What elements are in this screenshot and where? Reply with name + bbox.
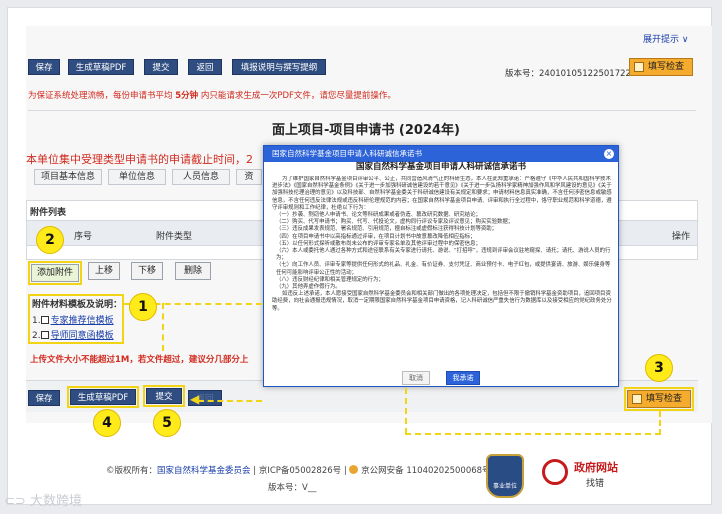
find-error-label: 找错 [586, 479, 605, 489]
clause-7: （七）向工作人员、评审专家等提供任何形式的礼品、礼金、有价证券、支付凭证、商业预… [276, 262, 611, 276]
dialog-closing: 如违反上述承诺，本人愿接受国家自然科学基金委员会和相关部门做出的各项处理决定，包… [272, 291, 612, 312]
clause-3: （三）违反成果发表规范、署名规范、引用规范，擅自标注或虚假标注获得科技计划等资助… [276, 226, 498, 233]
police-badge-icon [349, 465, 359, 474]
footer-version: 版本号：V__ [268, 483, 317, 493]
fill-check-label-top: 填写检查 [648, 62, 685, 72]
annotation-1: 1 [129, 293, 157, 321]
deadline-notice: 本单位集中受理类型申请书的申请截止时间，2 [26, 153, 253, 166]
col-type-header: 附件类型 [156, 232, 193, 242]
watermark-text: 大数跨境 [29, 494, 82, 509]
col-action-header: 操作 [672, 232, 691, 242]
move-up-button[interactable]: 上移 [88, 262, 120, 280]
col-index-header: 序号 [74, 232, 93, 242]
gov-site-badge[interactable]: 政府网站 找错 [540, 457, 648, 493]
clause-6: （六）本人或委托他人通过各种方式和途径联系有关专家进行请托、游说、“打招呼”，违… [276, 248, 611, 262]
integrity-commitment-dialog: 国家自然科学基金项目申请人科研诚信承诺书 × 国家自然科学基金项目申请人科研诚信… [263, 145, 619, 387]
highlight-submit [143, 385, 185, 407]
check-icon [634, 62, 644, 72]
dialog-cancel-button[interactable]: 取消 [402, 371, 430, 385]
footer-line-1: ©版权所有：国家自然科学基金委员会 | 京ICP备05002826号 | 京公网… [106, 465, 491, 476]
pdf-notice: 为保证系统处理流畅，每份申请书平均 5分钟 内只能请求生成一次PDF文件，请您尽… [28, 91, 396, 101]
connector-v-far-right [659, 411, 661, 435]
footer-copyright: ©版权所有： [106, 466, 158, 476]
arrow-left-icon: ◀ [190, 392, 200, 406]
guide-button[interactable]: 填报说明与撰写提纲 [232, 59, 326, 75]
dialog-confirm-button[interactable]: 我承诺 [446, 371, 480, 385]
annotation-2: 2 [36, 226, 64, 254]
institution-badge[interactable]: 事业单位 [486, 454, 524, 498]
footer-police: 京公网安备 11040202500068号 [361, 466, 491, 476]
tab-project-info[interactable]: 项目基本信息 [34, 169, 102, 185]
dialog-title: 国家自然科学基金项目申请人科研诚信承诺书 [355, 162, 526, 172]
fill-check-button-top[interactable]: 填写检查 [629, 58, 693, 76]
back-button-top[interactable]: 返回 [188, 59, 222, 75]
tab-unit-info[interactable]: 单位信息 [108, 169, 166, 185]
tab-personnel-info[interactable]: 人员信息 [172, 169, 230, 185]
watermark: ⊂⊃ 大数跨境 [4, 490, 82, 509]
dialog-intro: 为了维护国家自然科学基金项目评审公平、公正，共同营造风清气正的科研生态，本人在此… [272, 176, 612, 211]
highlight-add-attachment [28, 261, 82, 285]
submit-button-top[interactable]: 提交 [144, 59, 178, 75]
delete-button[interactable]: 删除 [175, 262, 211, 280]
dialog-body: 为了维护国家自然科学基金项目评审公平、公正，共同营造风清气正的科研生态，本人在此… [272, 176, 612, 366]
annotation-4: 4 [93, 409, 121, 437]
footer-org-link[interactable]: 国家自然科学基金委员会 [157, 466, 251, 476]
clause-4: （四）在项目申请书中以高指标通过评审，在项目计划书中故意篡改降低相应指标； [276, 233, 476, 240]
highlight-fill-check [624, 387, 694, 411]
version-number: 版本号：24010105122501722 [505, 69, 631, 79]
divider-top [28, 110, 696, 111]
expand-hint-label: 展开提示 [643, 35, 680, 45]
save-button-top[interactable]: 保存 [28, 59, 60, 75]
clause-5: （五）以任何形式探听或散布尚未公布的评审专家名单及其他评审过程中的保密信息； [276, 240, 481, 247]
connector-v-left [162, 303, 164, 351]
highlight-templates [28, 294, 124, 344]
highlight-generate-pdf [67, 386, 139, 408]
attachment-section-title: 附件列表 [30, 208, 67, 218]
gov-site-icon [542, 459, 568, 485]
file-size-warning: 上传文件大小不能超过1M，若文件超过，建议分几部分上 [30, 355, 249, 365]
expand-hint-link[interactable]: 展开提示 ∨ [643, 32, 688, 45]
connector-v-right [405, 388, 407, 434]
page-title: 面上项目-项目申请书 (2024年) [272, 123, 460, 138]
tab-budget[interactable]: 资 [236, 169, 262, 185]
close-icon[interactable]: × [604, 149, 614, 159]
annotation-5: 5 [153, 409, 181, 437]
clause-8: （八）违反财经纪律和相关管理规定的行为； [276, 276, 384, 283]
watermark-logo-icon: ⊂⊃ [4, 494, 26, 509]
connector-h-right [405, 433, 661, 435]
move-down-button[interactable]: 下移 [131, 262, 163, 280]
chevron-down-icon: ∨ [681, 35, 689, 45]
gov-site-label: 政府网站 [574, 461, 618, 474]
badge-label: 事业单位 [492, 483, 517, 490]
footer-icp: 京ICP备05002826号 [258, 466, 342, 476]
generate-pdf-button-top[interactable]: 生成草稿PDF [68, 59, 134, 75]
annotation-3: 3 [645, 354, 673, 382]
save-button-bottom[interactable]: 保存 [28, 390, 60, 406]
connector-h-bottom [198, 400, 262, 402]
